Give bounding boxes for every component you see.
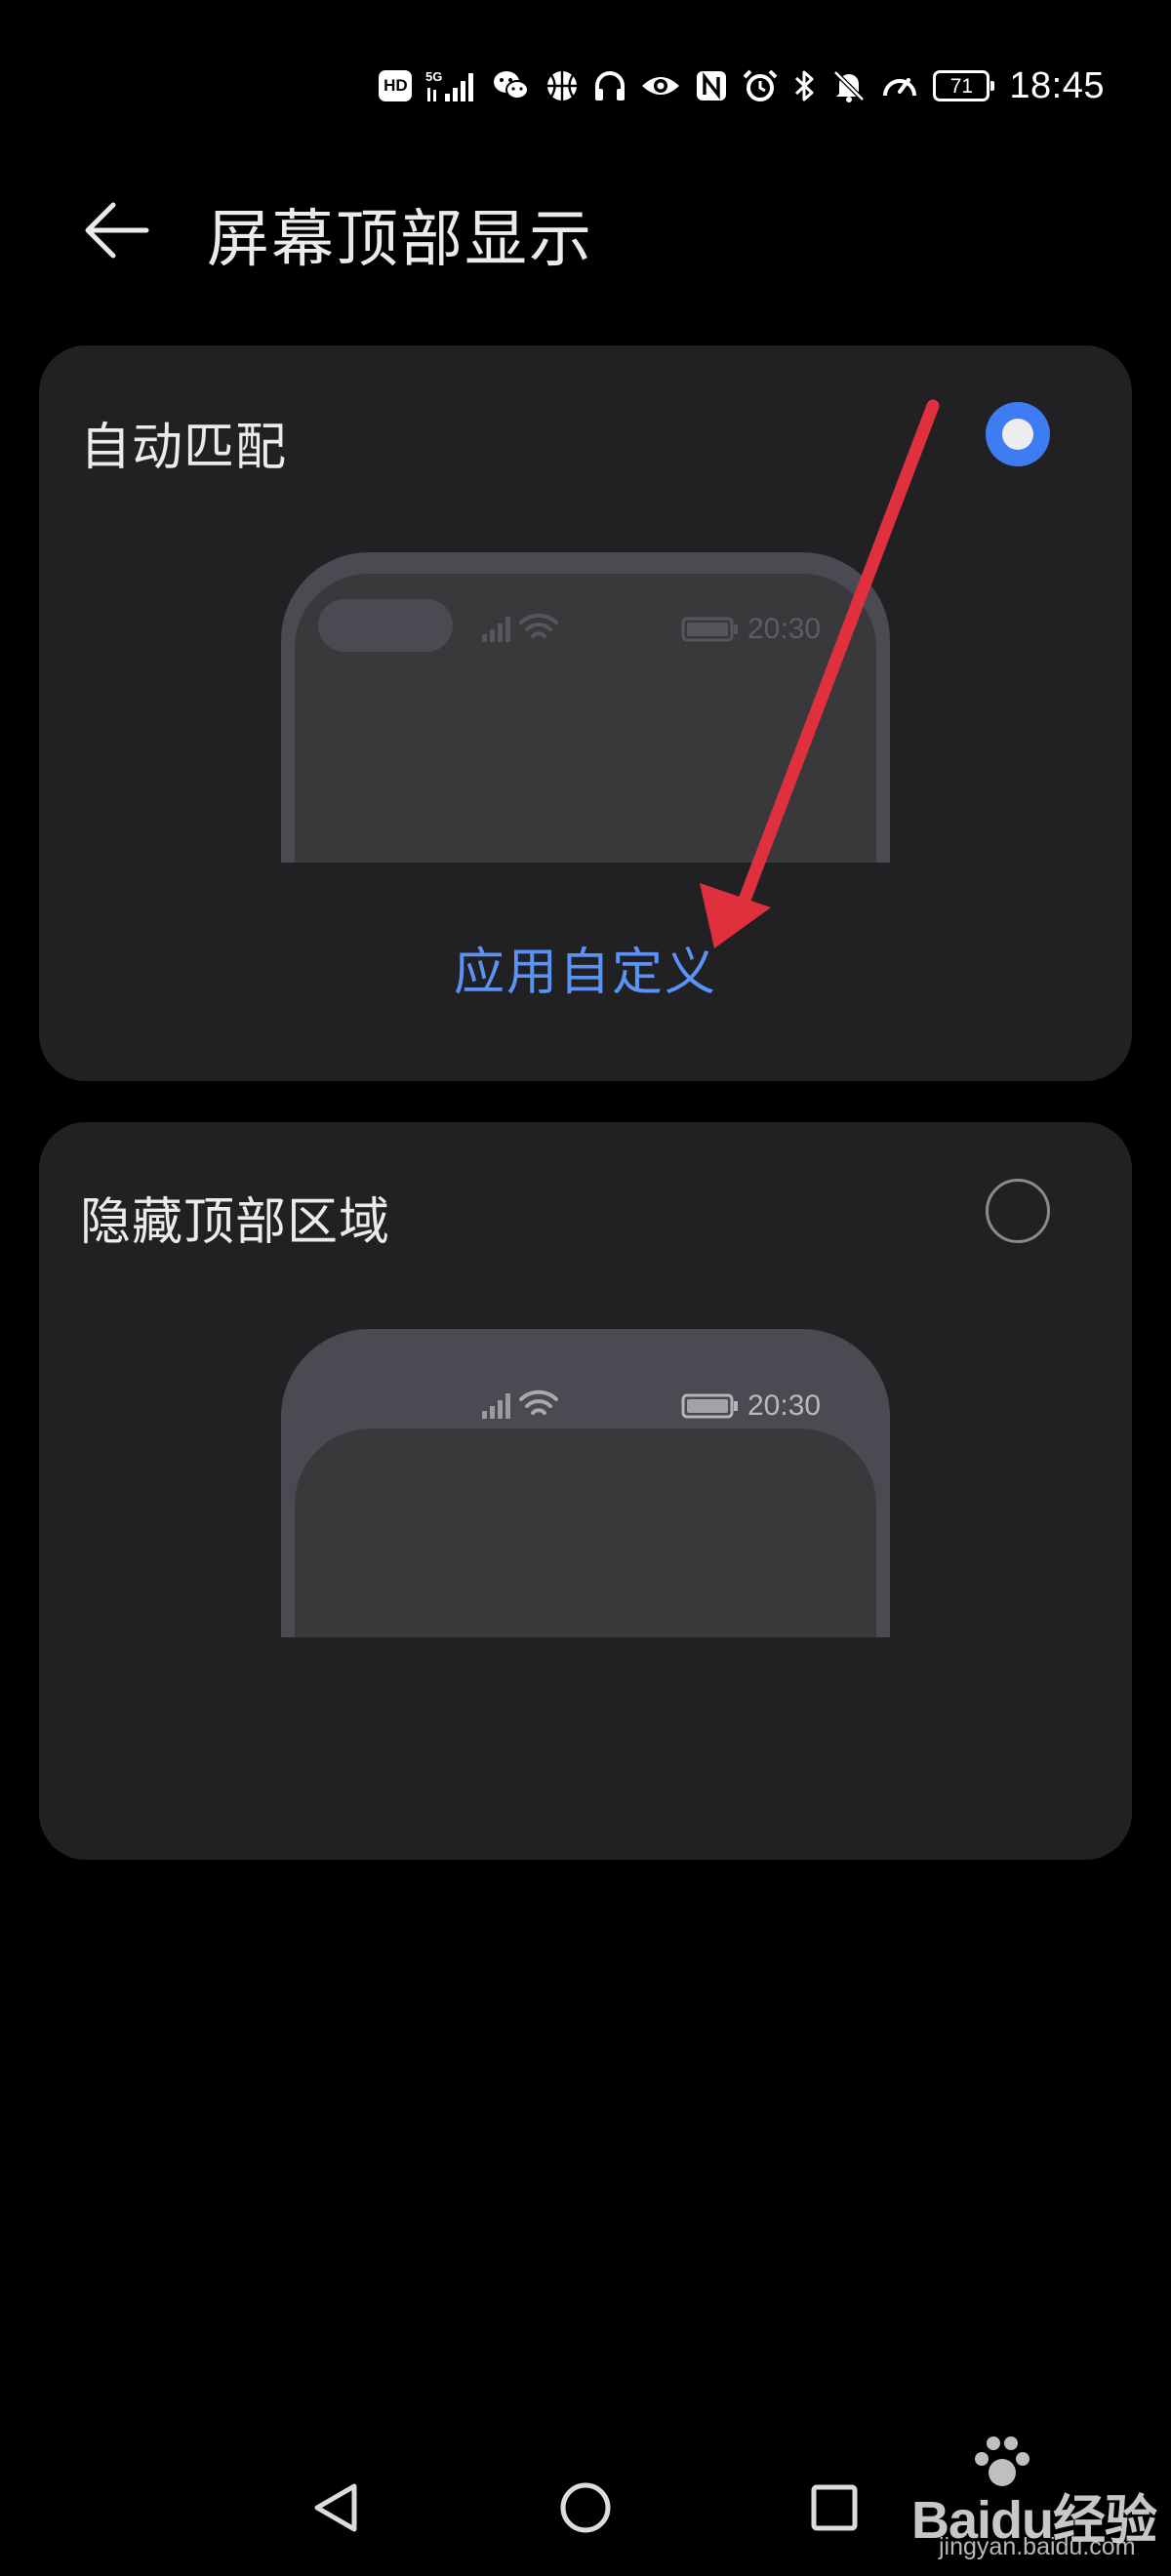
radio-auto-match[interactable] xyxy=(986,402,1050,466)
option-label-hide-top: 隐藏顶部区域 xyxy=(80,1193,391,1252)
nav-back-button[interactable] xyxy=(302,2473,372,2543)
nav-home-button[interactable] xyxy=(550,2473,621,2543)
headphones-icon xyxy=(593,66,626,105)
bluetooth-icon xyxy=(792,66,818,105)
option-card-auto-match[interactable]: 自动匹配 20:30 应用自定义 xyxy=(39,345,1132,1081)
home-circle-icon xyxy=(560,2482,611,2533)
custom-app-link[interactable]: 应用自定义 xyxy=(39,931,1132,1004)
battery-level: 71 xyxy=(949,74,974,98)
recents-square-icon xyxy=(811,2484,858,2531)
wechat-icon xyxy=(492,66,531,105)
watermark-url: jingyan.baidu.com xyxy=(939,2533,1136,2560)
alarm-icon xyxy=(742,66,779,105)
preview-phone-screen xyxy=(295,1429,876,1637)
battery-frame: 71 xyxy=(933,70,995,101)
back-triangle-icon xyxy=(314,2483,357,2532)
mute-bell-icon xyxy=(831,66,867,105)
basketball-icon xyxy=(545,66,580,105)
preview-auto-match: 20:30 xyxy=(281,552,890,863)
status-time: 18:45 xyxy=(1009,64,1105,106)
speedometer-icon xyxy=(880,66,919,105)
radio-checked-dot xyxy=(1002,419,1033,450)
preview-camera-pill xyxy=(318,599,453,652)
network-type-label: 5G xyxy=(425,69,442,84)
option-card-hide-top[interactable]: 隐藏顶部区域 20:30 xyxy=(39,1122,1132,1860)
nav-recents-button[interactable] xyxy=(799,2473,869,2543)
radio-hide-top[interactable] xyxy=(986,1179,1050,1243)
back-button[interactable] xyxy=(68,181,166,279)
preview-time: 20:30 xyxy=(747,1389,821,1422)
preview-hide-top: 20:30 xyxy=(281,1329,890,1637)
hd-badge-text: HD xyxy=(379,70,413,101)
watermark: Baidu经验 jingyan.baidu.com xyxy=(911,2435,1157,2564)
preview-time: 20:30 xyxy=(747,613,821,645)
option-label-auto-match: 自动匹配 xyxy=(80,419,288,477)
eye-icon xyxy=(640,66,681,105)
status-bar: HD 5G 71 18:45 xyxy=(379,59,1105,113)
battery-icon: 71 xyxy=(933,66,995,105)
page-title: 屏幕顶部显示 xyxy=(207,204,593,276)
arrow-left-icon xyxy=(85,202,149,259)
5g-signal-icon: 5G xyxy=(425,66,478,105)
hd-icon: HD xyxy=(379,66,413,105)
nfc-icon xyxy=(695,66,728,105)
